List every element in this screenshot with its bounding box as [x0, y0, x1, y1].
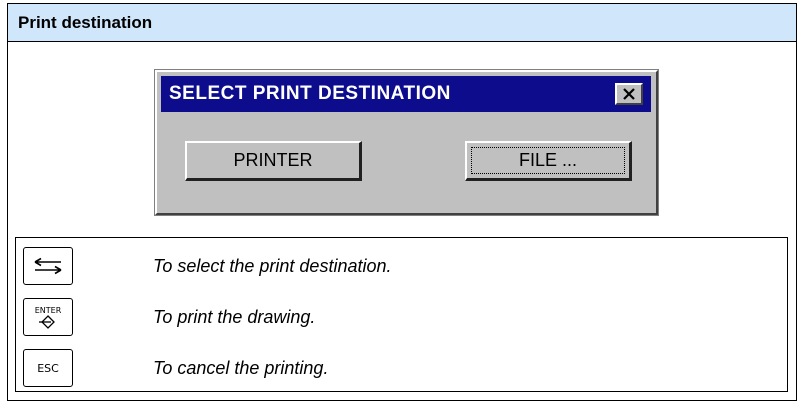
key-row-esc: ESC To cancel the printing.	[16, 345, 787, 393]
section-header: Print destination	[8, 4, 796, 42]
tab-arrows-key-icon	[23, 247, 73, 285]
key-description: To select the print destination.	[153, 256, 392, 276]
esc-key-label: ESC	[37, 361, 59, 375]
key-description: To print the drawing.	[153, 307, 316, 327]
close-icon	[623, 88, 635, 100]
printer-button[interactable]: PRINTER	[185, 141, 362, 181]
section-title: Print destination	[18, 13, 153, 32]
dialog-close-button[interactable]	[615, 83, 643, 105]
file-button[interactable]: FILE ...	[465, 141, 632, 181]
enter-key-icon: ENTER	[23, 298, 73, 336]
key-legend-table: To select the print destination. ENTER T…	[15, 237, 788, 392]
dialog-title: SELECT PRINT DESTINATION	[169, 83, 451, 104]
key-description: To cancel the printing.	[153, 358, 329, 378]
key-row-enter: ENTER To print the drawing.	[16, 294, 787, 342]
print-destination-panel: Print destination SELECT PRINT DESTINATI…	[7, 3, 797, 401]
esc-key-icon: ESC	[23, 349, 73, 387]
key-row-select: To select the print destination.	[16, 243, 787, 291]
enter-key-label: ENTER	[34, 305, 62, 315]
dialog-title-bar: SELECT PRINT DESTINATION	[161, 76, 651, 112]
select-print-destination-dialog: SELECT PRINT DESTINATION PRINTER FILE ..…	[154, 69, 659, 216]
printer-button-label: PRINTER	[233, 150, 313, 170]
file-button-label: FILE ...	[518, 150, 578, 170]
